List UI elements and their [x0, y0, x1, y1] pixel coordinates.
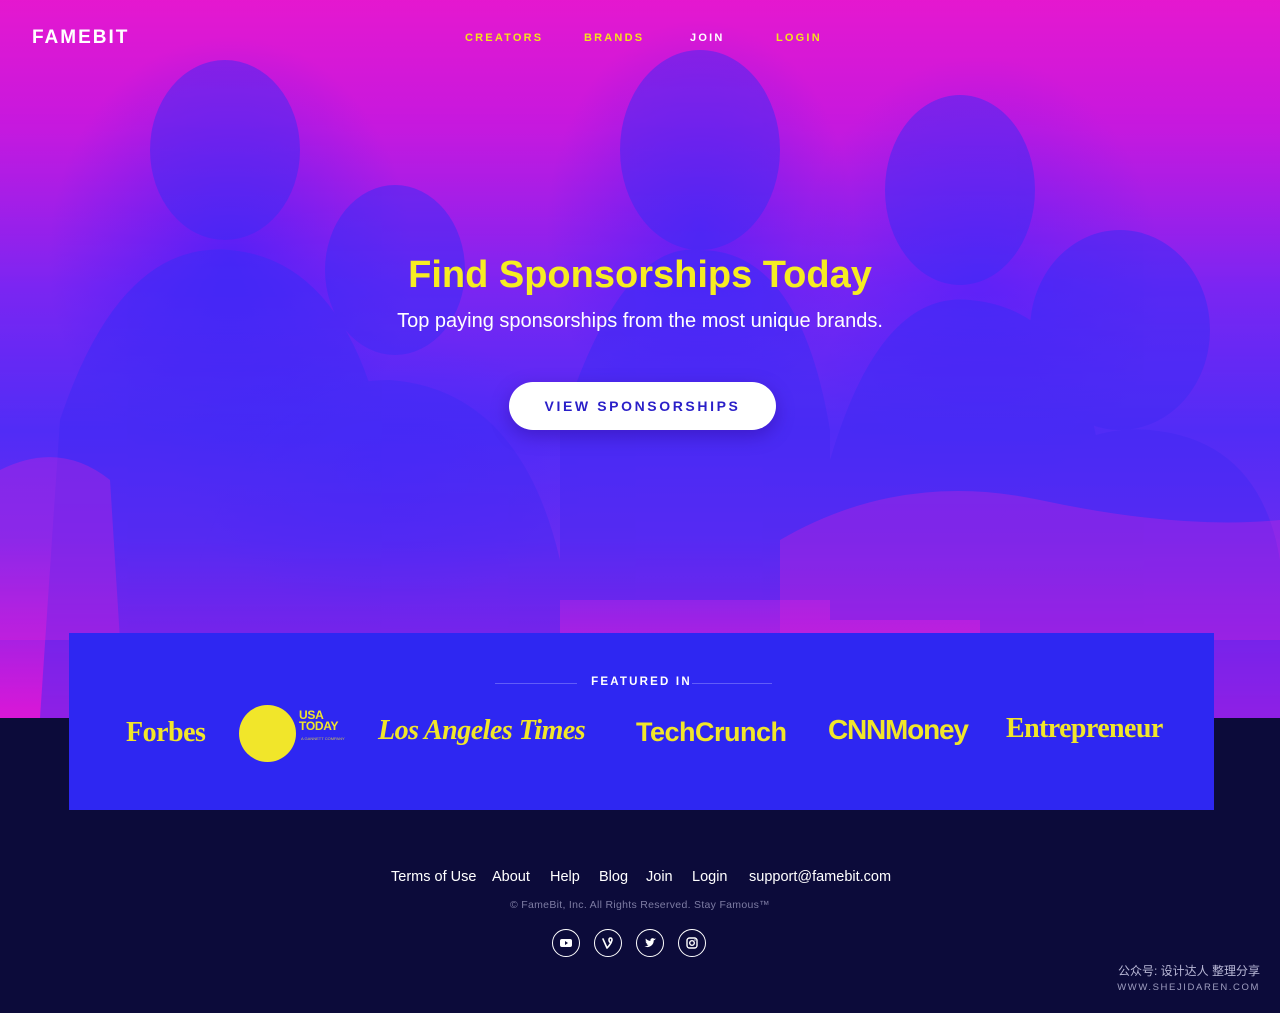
- vine-icon[interactable]: [594, 929, 622, 957]
- forbes-logo: Forbes: [126, 717, 206, 748]
- footer-link-help[interactable]: Help: [550, 869, 580, 885]
- la-times-logo: Los Angeles Times: [378, 715, 586, 746]
- usa-today-circle-icon: [239, 705, 296, 762]
- nav-link-creators[interactable]: CREATORS: [465, 32, 543, 44]
- watermark-line1: 公众号: 设计达人 整理分享: [1117, 964, 1260, 978]
- footer-link-login[interactable]: Login: [692, 869, 727, 885]
- usa-today-logo: USA TODAY: [299, 709, 339, 733]
- cnn-money-logo: CNNMoney: [828, 714, 969, 745]
- footer-link-terms[interactable]: Terms of Use: [391, 869, 476, 885]
- nav-link-login[interactable]: LOGIN: [776, 32, 822, 44]
- main-nav: CREATORS BRANDS JOIN LOGIN: [0, 32, 1280, 46]
- view-sponsorships-button[interactable]: VIEW SPONSORSHIPS: [509, 382, 776, 430]
- instagram-icon[interactable]: [678, 929, 706, 957]
- youtube-icon[interactable]: [552, 929, 580, 957]
- hero-subheadline: Top paying sponsorships from the most un…: [397, 310, 883, 332]
- footer-link-about[interactable]: About: [492, 869, 530, 885]
- entrepreneur-logo: Entrepreneur: [1006, 713, 1163, 744]
- techcrunch-logo: TechCrunch: [636, 717, 787, 747]
- featured-divider-right: [692, 683, 772, 684]
- nav-link-join[interactable]: JOIN: [690, 32, 724, 44]
- hero-section: [0, 0, 1280, 718]
- hero-headline: Find Sponsorships Today: [408, 254, 872, 296]
- usa-today-tagline: A GANNETT COMPANY: [301, 736, 345, 741]
- watermark-line2: WWW.SHEJIDAREN.COM: [1117, 982, 1260, 993]
- featured-in-panel: FEATURED IN Forbes USA TODAY A GANNETT C…: [69, 633, 1214, 810]
- twitter-icon[interactable]: [636, 929, 664, 957]
- footer-link-support-email[interactable]: support@famebit.com: [749, 869, 891, 885]
- footer-link-blog[interactable]: Blog: [599, 869, 628, 885]
- watermark: 公众号: 设计达人 整理分享 WWW.SHEJIDAREN.COM: [1117, 962, 1260, 993]
- featured-in-title: FEATURED IN: [591, 676, 692, 688]
- hero-photo: [0, 50, 1280, 718]
- usa-today-line2: TODAY: [299, 719, 339, 733]
- copyright-text: © FameBit, Inc. All Rights Reserved. Sta…: [510, 899, 770, 911]
- footer-link-join[interactable]: Join: [646, 869, 673, 885]
- nav-link-brands[interactable]: BRANDS: [584, 32, 644, 44]
- footer-links: Terms of Use About Help Blog Join Login …: [0, 869, 1280, 889]
